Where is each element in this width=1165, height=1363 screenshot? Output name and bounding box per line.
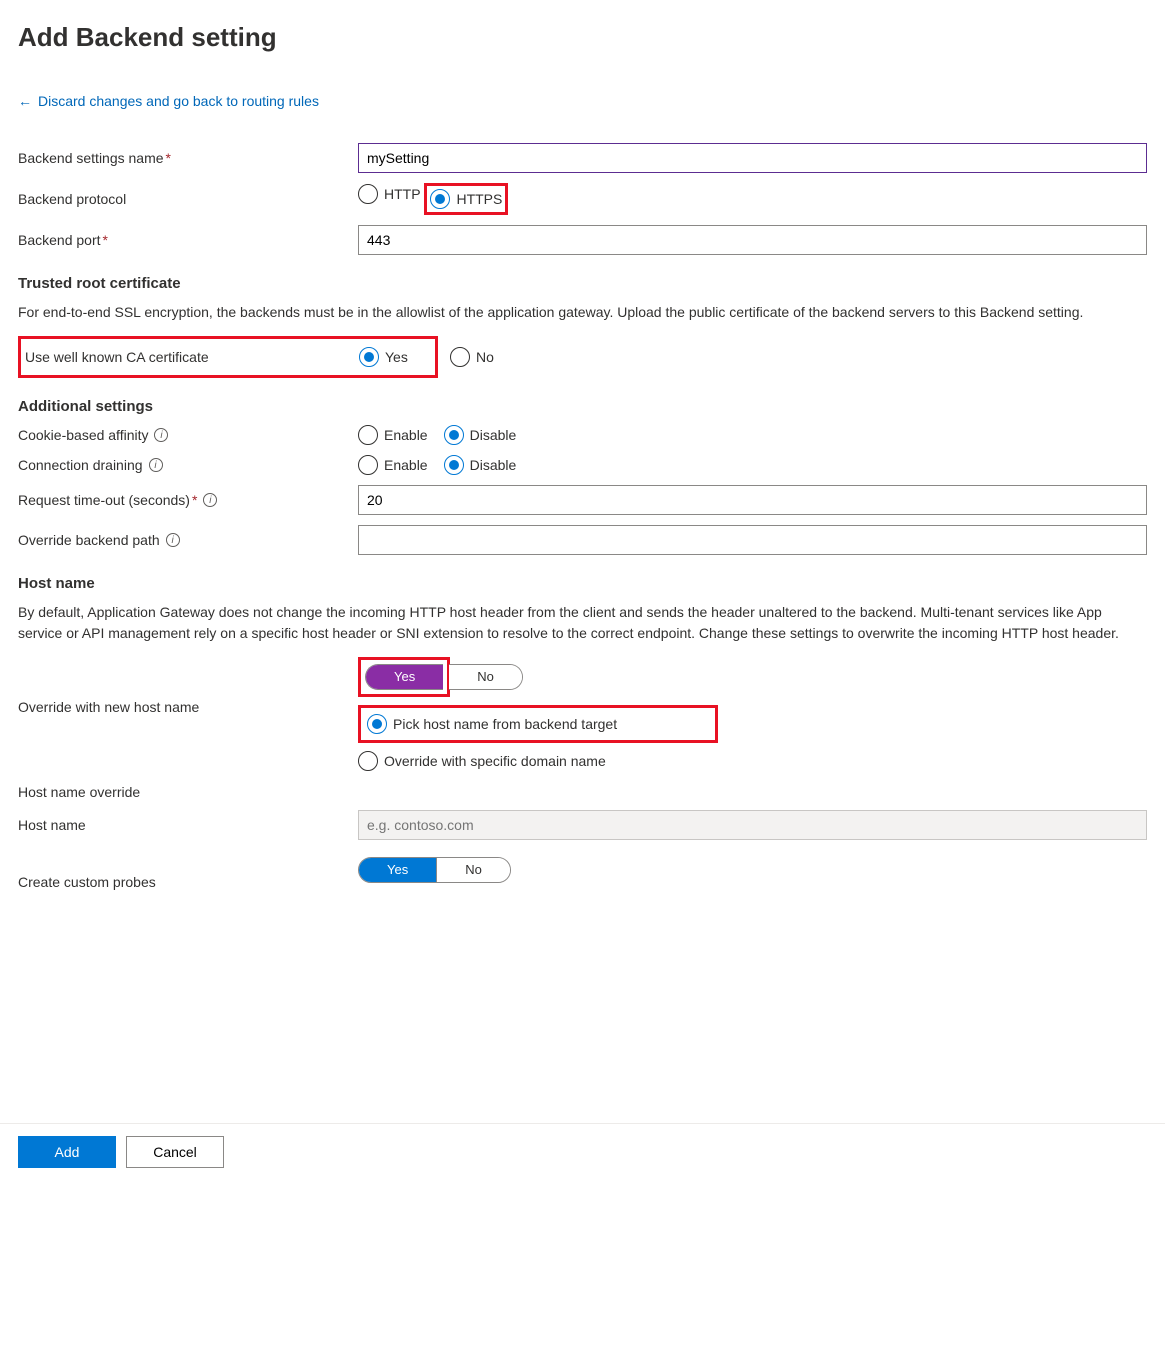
drain-enable-radio[interactable]: Enable [358,455,428,475]
additional-settings-title: Additional settings [18,398,1147,415]
override-host-yes-label: Yes [366,665,443,689]
radio-checked-icon [444,455,464,475]
host-override-label: Host name override [18,784,358,800]
trusted-root-desc: For end-to-end SSL encryption, the backe… [18,302,1147,322]
highlight-box: HTTPS [424,183,508,215]
host-name-field-label: Host name [18,817,358,833]
radio-checked-icon [444,425,464,445]
custom-probes-label: Create custom probes [18,850,358,890]
radio-icon [358,184,378,204]
cookie-enable-label: Enable [384,427,428,443]
connection-draining-label: Connection draining i [18,457,358,473]
ca-no-radio[interactable]: No [450,347,494,367]
cookie-enable-radio[interactable]: Enable [358,425,428,445]
radio-icon [358,425,378,445]
specific-domain-label: Override with specific domain name [384,753,606,769]
protocol-https-radio[interactable]: HTTPS [430,189,502,209]
backend-port-label: Backend port* [18,232,358,248]
override-path-label: Override backend path i [18,532,358,548]
radio-icon [450,347,470,367]
specific-domain-radio[interactable]: Override with specific domain name [358,751,606,771]
highlight-box: Yes [358,657,450,697]
page-title: Add Backend setting [18,22,1147,53]
radio-icon [358,751,378,771]
pick-backend-label: Pick host name from backend target [393,716,617,732]
backend-port-input[interactable] [358,225,1147,255]
radio-checked-icon [430,189,450,209]
radio-icon [358,455,378,475]
host-name-input [358,810,1147,840]
protocol-https-label: HTTPS [456,191,502,207]
ca-no-label: No [476,349,494,365]
cookie-disable-label: Disable [470,427,517,443]
ca-yes-label: Yes [385,349,408,365]
host-name-desc: By default, Application Gateway does not… [18,602,1147,643]
cookie-disable-radio[interactable]: Disable [444,425,517,445]
pick-backend-radio[interactable]: Pick host name from backend target [367,714,617,734]
cookie-affinity-label: Cookie-based affinity i [18,427,358,443]
override-host-yes-pill[interactable]: Yes [365,664,443,690]
trusted-root-title: Trusted root certificate [18,275,1147,292]
well-known-ca-label: Use well known CA certificate [21,349,359,365]
override-host-no-pill[interactable]: No [449,664,523,690]
protocol-http-radio[interactable]: HTTP [358,184,421,204]
info-icon[interactable]: i [166,533,180,547]
request-timeout-input[interactable] [358,485,1147,515]
info-icon[interactable]: i [203,493,217,507]
drain-disable-radio[interactable]: Disable [444,455,517,475]
info-icon[interactable]: i [149,458,163,472]
protocol-http-label: HTTP [384,186,421,202]
override-host-no-label: No [449,665,522,689]
backend-name-input[interactable] [358,143,1147,173]
backend-protocol-label: Backend protocol [18,191,358,207]
info-icon[interactable]: i [154,428,168,442]
backend-name-label: Backend settings name* [18,150,358,166]
radio-checked-icon [359,347,379,367]
add-button[interactable]: Add [18,1136,116,1168]
override-path-input[interactable] [358,525,1147,555]
radio-checked-icon [367,714,387,734]
back-link-label: Discard changes and go back to routing r… [38,93,319,109]
arrow-left-icon: ← [18,93,32,109]
highlight-box: Use well known CA certificate Yes [18,336,438,378]
custom-probes-yes: Yes [359,858,436,882]
request-timeout-label: Request time-out (seconds)* i [18,492,358,508]
back-link[interactable]: ← Discard changes and go back to routing… [18,93,319,109]
ca-yes-radio[interactable]: Yes [359,347,408,367]
custom-probes-no: No [437,858,510,882]
highlight-box: Pick host name from backend target [358,705,718,743]
drain-disable-label: Disable [470,457,517,473]
override-host-label: Override with new host name [18,657,358,715]
host-name-title: Host name [18,575,1147,592]
drain-enable-label: Enable [384,457,428,473]
cancel-button[interactable]: Cancel [126,1136,224,1168]
custom-probes-toggle[interactable]: Yes No [358,857,511,883]
